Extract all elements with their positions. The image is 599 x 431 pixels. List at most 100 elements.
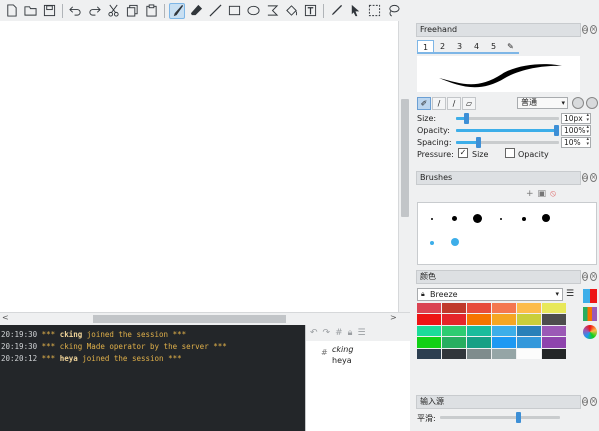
color-swatch[interactable] — [542, 325, 566, 337]
brush-slot-tab[interactable]: 2 — [434, 40, 451, 54]
color-swatch[interactable] — [492, 314, 516, 325]
delete-icon[interactable]: ⦸ — [550, 189, 556, 199]
color-swatch[interactable] — [467, 314, 491, 325]
color-swatch[interactable] — [467, 337, 491, 348]
add-icon[interactable]: + — [526, 189, 534, 199]
color-swatch[interactable] — [417, 314, 441, 325]
color-swatch[interactable] — [417, 348, 441, 359]
undo-icon[interactable] — [67, 3, 83, 19]
color-swatch[interactable] — [542, 303, 566, 314]
brush-preset[interactable] — [431, 218, 433, 220]
color-swatch[interactable] — [517, 314, 541, 325]
close-icon[interactable]: × — [589, 25, 597, 34]
color-swatch[interactable] — [517, 348, 541, 359]
fill-bucket-icon[interactable] — [283, 3, 299, 19]
text-icon[interactable] — [302, 3, 318, 19]
color-swatch[interactable] — [442, 303, 466, 314]
rectangle-icon[interactable] — [226, 3, 242, 19]
color-swatch[interactable] — [542, 348, 566, 359]
close-icon[interactable]: × — [589, 173, 597, 182]
scroll-right-icon[interactable]: > — [390, 313, 397, 322]
color-swatch[interactable] — [492, 325, 516, 337]
user-op-icon[interactable]: ☰ — [357, 328, 365, 338]
color-swatch[interactable] — [442, 337, 466, 348]
line-icon[interactable] — [207, 3, 223, 19]
color-swatch[interactable] — [467, 303, 491, 314]
horizontal-scroll-thumb[interactable] — [93, 315, 286, 323]
cut-icon[interactable] — [105, 3, 121, 19]
soft-brush-icon[interactable]: / — [432, 97, 446, 110]
drawing-canvas[interactable] — [0, 21, 398, 312]
float-icon[interactable]: ⌂ — [582, 272, 588, 281]
undo-icon[interactable]: ↶ — [310, 328, 318, 338]
ellipse-icon[interactable] — [245, 3, 261, 19]
open-folder-icon[interactable] — [22, 3, 38, 19]
brush-preset[interactable] — [500, 218, 502, 220]
scroll-left-icon[interactable]: < — [2, 313, 9, 322]
palette-tab-icon[interactable] — [583, 289, 597, 303]
opacity-slider[interactable] — [456, 125, 559, 136]
incremental-toggle-icon[interactable] — [586, 97, 598, 109]
color-swatch[interactable] — [467, 325, 491, 337]
color-swatch[interactable] — [542, 337, 566, 348]
color-swatch[interactable] — [492, 303, 516, 314]
brush-preset[interactable] — [452, 216, 457, 221]
brush-slot-tab[interactable]: 5 — [485, 40, 502, 54]
redo-icon[interactable] — [86, 3, 102, 19]
brush-preset[interactable] — [430, 241, 434, 245]
blend-mode-select[interactable]: 普通 ▾ — [517, 97, 568, 109]
float-icon[interactable]: ⌂ — [582, 25, 588, 34]
eraser-brush-icon[interactable]: ▱ — [462, 97, 476, 110]
eraser-icon[interactable] — [188, 3, 204, 19]
color-swatch[interactable] — [417, 303, 441, 314]
new-document-icon[interactable] — [3, 3, 19, 19]
redo-icon[interactable]: ↷ — [323, 328, 331, 338]
brush-slot-tab[interactable]: 3 — [451, 40, 468, 54]
freehand-brush-icon[interactable] — [169, 2, 185, 19]
antialias-toggle-icon[interactable] — [572, 97, 584, 109]
brush-preset[interactable] — [451, 238, 459, 246]
palette-select[interactable]: 🔒︎ Breeze ▾ — [417, 288, 563, 301]
brush-preset[interactable] — [473, 214, 482, 223]
opacity-spinbox[interactable]: 100% ▴ ▾ — [561, 125, 591, 136]
canvas-vertical-scrollbar[interactable] — [398, 21, 410, 312]
canvas-horizontal-scrollbar[interactable]: < > — [0, 312, 410, 324]
color-swatch[interactable] — [492, 348, 516, 359]
float-icon[interactable]: ⌂ — [582, 397, 588, 406]
marquee-select-icon[interactable] — [366, 3, 382, 19]
smoothing-slider[interactable] — [440, 412, 560, 423]
close-icon[interactable]: × — [589, 397, 597, 406]
brush-slot-tab[interactable]: 1 — [417, 40, 434, 54]
color-swatch[interactable] — [442, 348, 466, 359]
float-icon[interactable]: ⌂ — [582, 173, 588, 182]
select-arrow-icon[interactable] — [347, 3, 363, 19]
color-swatch[interactable] — [417, 337, 441, 348]
color-swatch[interactable] — [467, 348, 491, 359]
smudge-brush-icon[interactable]: ∕ — [447, 97, 461, 110]
paste-icon[interactable] — [143, 3, 159, 19]
save-icon[interactable] — [41, 3, 57, 19]
spacing-slider[interactable] — [456, 137, 559, 148]
color-swatch[interactable] — [442, 314, 466, 325]
brush-preset[interactable] — [542, 214, 550, 222]
eraser-slot-icon[interactable]: ✎ — [502, 40, 519, 54]
color-swatch[interactable] — [417, 325, 441, 337]
pressure-size-checkbox[interactable]: ✓ — [458, 148, 468, 158]
size-spinbox[interactable]: 10px ▴ ▾ — [561, 113, 591, 124]
save-icon[interactable]: ▣ — [538, 189, 547, 199]
copy-icon[interactable] — [124, 3, 140, 19]
bezier-icon[interactable] — [264, 3, 280, 19]
hash-icon[interactable]: # — [335, 328, 343, 338]
color-swatch[interactable] — [542, 314, 566, 325]
pixel-brush-icon[interactable]: ✐ — [417, 97, 431, 110]
vertical-scroll-thumb[interactable] — [401, 99, 409, 217]
close-icon[interactable]: × — [589, 272, 597, 281]
spacing-spinbox[interactable]: 10% ▴ ▾ — [561, 137, 591, 148]
color-swatch[interactable] — [517, 337, 541, 348]
color-picker-icon[interactable] — [328, 3, 344, 19]
color-swatch[interactable] — [517, 325, 541, 337]
color-swatch[interactable] — [492, 337, 516, 348]
lock-icon[interactable]: 🔒︎ — [348, 328, 353, 338]
color-swatch[interactable] — [442, 325, 466, 337]
size-slider[interactable] — [456, 113, 559, 124]
